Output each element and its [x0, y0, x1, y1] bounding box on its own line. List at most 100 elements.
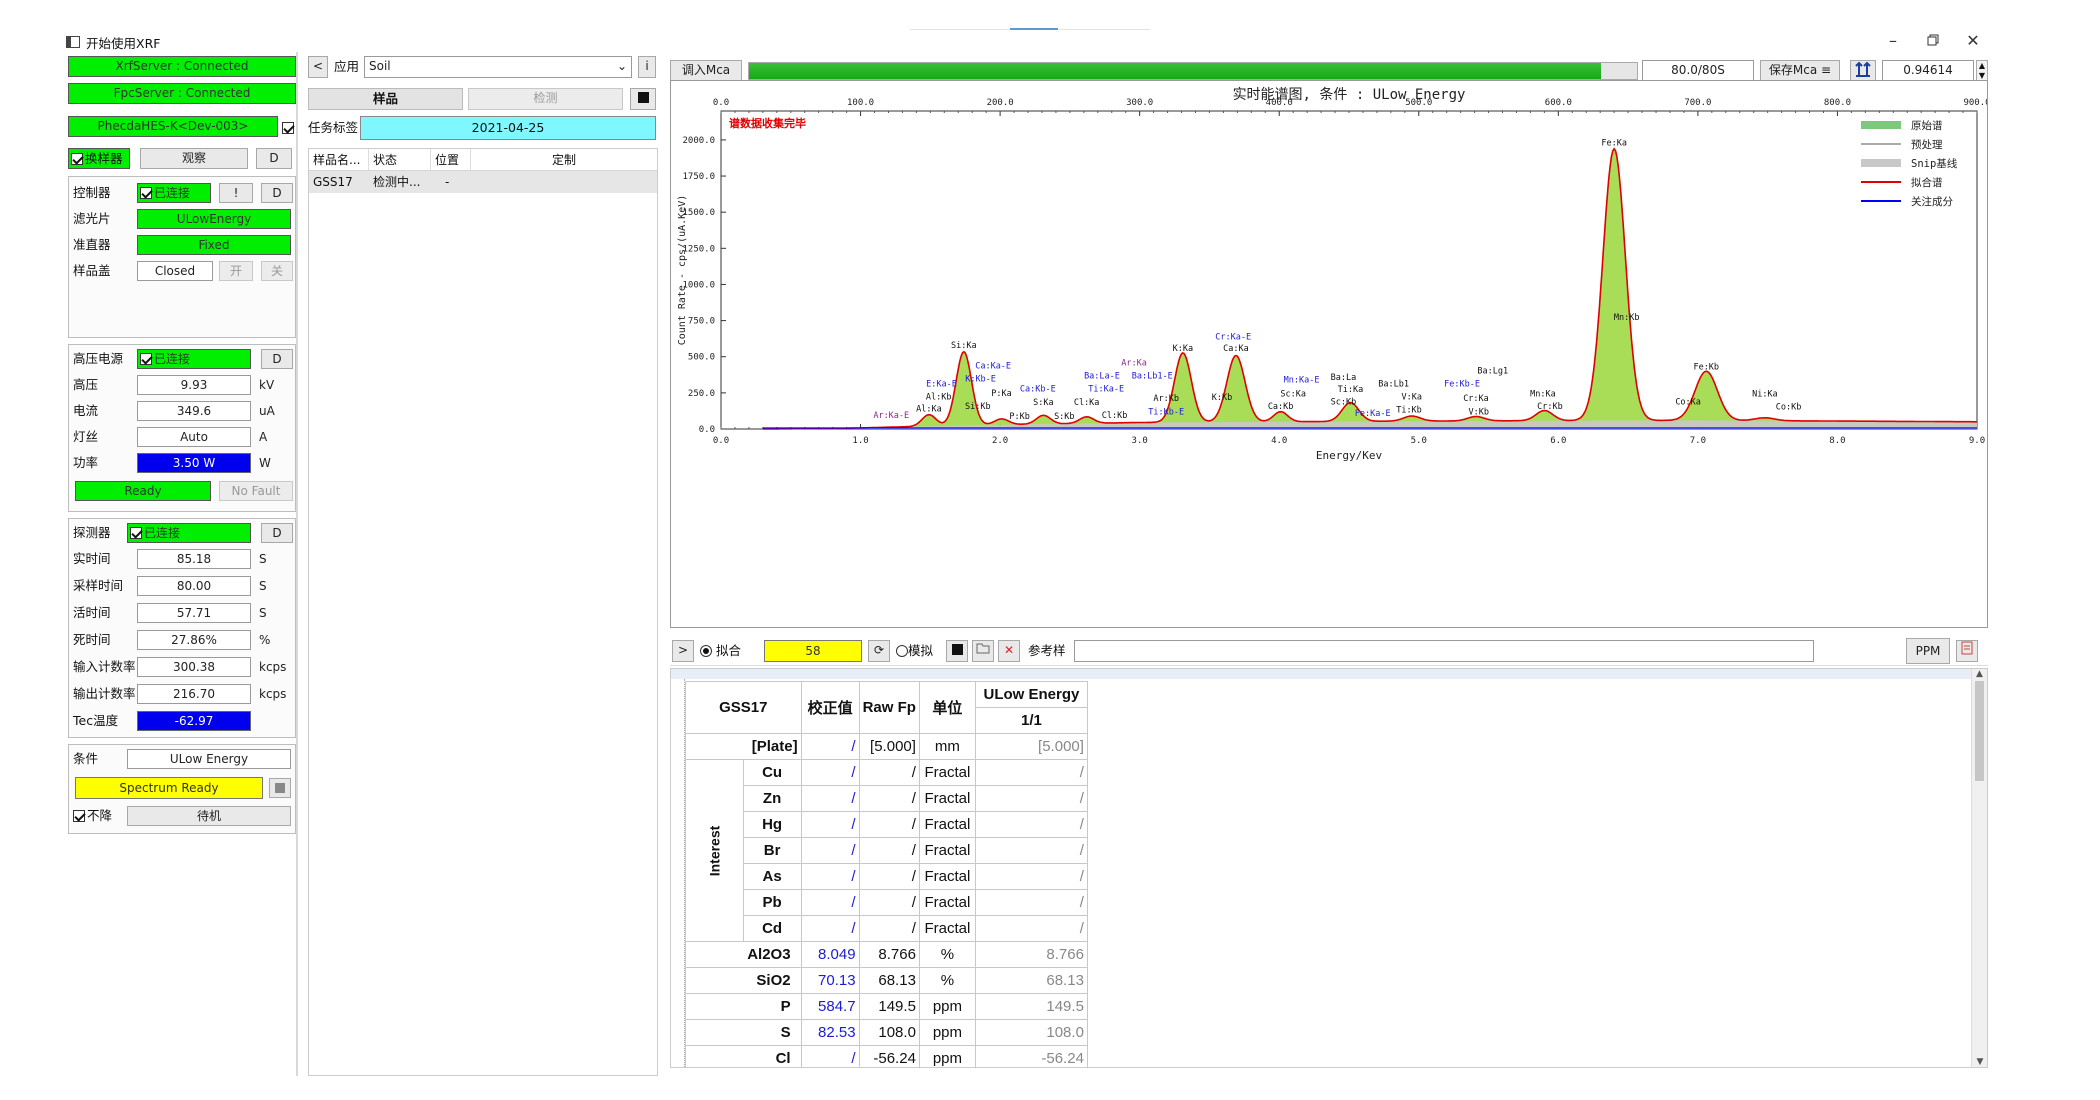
- table-row[interactable]: GSS17 检测中... -: [309, 171, 657, 193]
- task-value[interactable]: 2021-04-25: [360, 116, 656, 140]
- y-tick-label: 750.0: [688, 317, 715, 327]
- col-custom[interactable]: 定制: [471, 149, 657, 170]
- scroll-thumb[interactable]: [1975, 681, 1984, 781]
- fit-value[interactable]: 58: [764, 640, 862, 662]
- col-status[interactable]: 状态: [369, 149, 431, 170]
- fit-radio[interactable]: 拟合: [700, 641, 741, 661]
- close-icon[interactable]: ✕: [1958, 28, 1988, 52]
- controller-status[interactable]: 已连接: [137, 183, 211, 203]
- table-row[interactable]: Interest Cu / / Fractal /: [685, 759, 1088, 942]
- peak-label: Ba:Lb1: [1378, 379, 1409, 389]
- device-checkbox[interactable]: [282, 122, 294, 134]
- table-row[interactable]: S 82.53 108.0 ppm 108.0: [685, 1019, 1088, 1046]
- element-value: /: [974, 889, 1088, 916]
- no-drop-toggle[interactable]: 不降: [73, 806, 112, 826]
- element-unit: Fractal: [918, 915, 976, 942]
- measure-button[interactable]: 检测: [468, 88, 623, 110]
- controller-checkbox[interactable]: [140, 187, 152, 199]
- element-raw: 68.13: [858, 967, 920, 994]
- real-time-value: 85.18: [137, 549, 251, 569]
- observe-button[interactable]: 观察: [140, 148, 248, 169]
- table-row[interactable]: Hg / / Fractal /: [686, 811, 1088, 838]
- ppm-button[interactable]: PPM: [1906, 638, 1950, 664]
- x-tick-label: 1.0: [852, 436, 868, 446]
- load-mca-button[interactable]: 调入Mca: [670, 60, 742, 82]
- table-row[interactable]: P 584.7 149.5 ppm 149.5: [685, 993, 1088, 1020]
- x-tick-label: 0.0: [713, 436, 729, 446]
- tec-value: -62.97: [137, 711, 251, 731]
- hv-status[interactable]: 已连接: [137, 349, 251, 369]
- table-row[interactable]: SiO2 70.13 68.13% 68.13: [685, 967, 1088, 994]
- scroll-up-icon[interactable]: ▲: [1972, 669, 1987, 679]
- element-unit: %: [918, 967, 976, 994]
- col-sample: GSS17: [685, 681, 802, 734]
- detector-status[interactable]: 已连接: [127, 523, 251, 543]
- peak-label: Mn:Ka: [1530, 389, 1556, 399]
- col-position[interactable]: 位置: [431, 149, 471, 170]
- cover-open-button[interactable]: 开: [219, 261, 253, 281]
- element-name: Cd: [742, 915, 802, 942]
- peak-label: Ni:Ka: [1752, 389, 1778, 399]
- peak-label: Fe:Kb-E: [1444, 379, 1480, 389]
- restore-icon[interactable]: [1918, 28, 1948, 52]
- cover-close-button[interactable]: 关: [261, 261, 293, 281]
- standby-button[interactable]: 待机: [127, 806, 291, 826]
- scroll-down-icon[interactable]: ▼: [1972, 1057, 1987, 1067]
- collapse-left-button[interactable]: <: [308, 56, 328, 78]
- minimize-icon[interactable]: –: [1878, 28, 1908, 52]
- results-header-row[interactable]: GSS17 校正值 Raw Fp 单位 ULow Energy: [685, 681, 1088, 734]
- hv-d-button[interactable]: D: [261, 349, 293, 369]
- peak-label: S:Ka: [1033, 398, 1053, 408]
- table-row[interactable]: Cl / -56.24 ppm -56.24: [685, 1045, 1088, 1067]
- table-row[interactable]: Cd / / Fractal /: [686, 915, 1088, 942]
- controller-d-button[interactable]: D: [261, 183, 293, 203]
- sample-tab[interactable]: 样品: [308, 88, 463, 110]
- voltage-unit: kV: [259, 378, 275, 392]
- stop-button[interactable]: [630, 88, 656, 110]
- export-icon[interactable]: [1956, 640, 1978, 662]
- expand-button[interactable]: >: [672, 640, 694, 662]
- detector-checkbox[interactable]: [130, 527, 142, 539]
- chevron-down-icon: ⌄: [616, 59, 627, 73]
- save-mca-button[interactable]: 保存Mca ≡: [1760, 60, 1840, 82]
- fit-radio-dot[interactable]: [700, 645, 712, 657]
- table-row[interactable]: Al2O3 8.049 8.766% 8.766: [685, 941, 1088, 968]
- info-button[interactable]: i: [638, 56, 656, 78]
- element-corrected: /: [800, 1045, 860, 1067]
- app-icon: [66, 36, 80, 48]
- no-drop-checkbox[interactable]: [73, 810, 85, 822]
- ref-input[interactable]: [1074, 640, 1814, 662]
- sort-arrows-icon[interactable]: [1850, 60, 1876, 82]
- clear-icon[interactable]: ✕: [998, 640, 1020, 662]
- stop-fit-button[interactable]: [946, 640, 968, 662]
- element-raw: /: [858, 863, 920, 890]
- detector-d-button[interactable]: D: [261, 523, 293, 543]
- sample-changer-status[interactable]: 换样器: [68, 148, 130, 169]
- controller-alert-button[interactable]: !: [219, 183, 253, 203]
- table-row[interactable]: Zn / / Fractal /: [686, 785, 1088, 812]
- element-value: /: [974, 863, 1088, 890]
- table-row[interactable]: As / / Fractal /: [686, 863, 1088, 890]
- peak-label: Ca:Ka-E: [975, 361, 1011, 371]
- sim-radio-dot[interactable]: [896, 645, 908, 657]
- table-row[interactable]: Pb / / Fractal /: [686, 889, 1088, 916]
- results-scrollbar[interactable]: ▲ ▼: [1971, 669, 1987, 1067]
- stop-small-button[interactable]: [269, 778, 291, 798]
- table-row[interactable]: [Plate] / [5.000] mm [5.000]: [685, 733, 1088, 760]
- value-spinner[interactable]: ▲ ▼: [1976, 60, 1988, 82]
- sample-changer-checkbox[interactable]: [71, 153, 83, 165]
- hv-checkbox[interactable]: [140, 353, 152, 365]
- sim-radio[interactable]: 模拟: [896, 641, 933, 661]
- interest-label-text: Interest: [706, 825, 723, 876]
- app-select[interactable]: Soil ⌄: [364, 56, 632, 78]
- value-box[interactable]: 0.94614: [1882, 60, 1974, 82]
- table-row[interactable]: Br / / Fractal /: [686, 837, 1088, 864]
- element-name: S: [685, 1019, 802, 1046]
- col-corrected: 校正值: [800, 681, 860, 734]
- folder-icon[interactable]: [972, 640, 994, 662]
- element-unit: Fractal: [918, 863, 976, 890]
- peak-label: Ar:Ka-E: [873, 411, 909, 421]
- col-sample-name[interactable]: 样品名...: [309, 149, 369, 170]
- sample-changer-d-button[interactable]: D: [256, 148, 292, 169]
- refresh-icon[interactable]: ⟳: [868, 640, 890, 662]
